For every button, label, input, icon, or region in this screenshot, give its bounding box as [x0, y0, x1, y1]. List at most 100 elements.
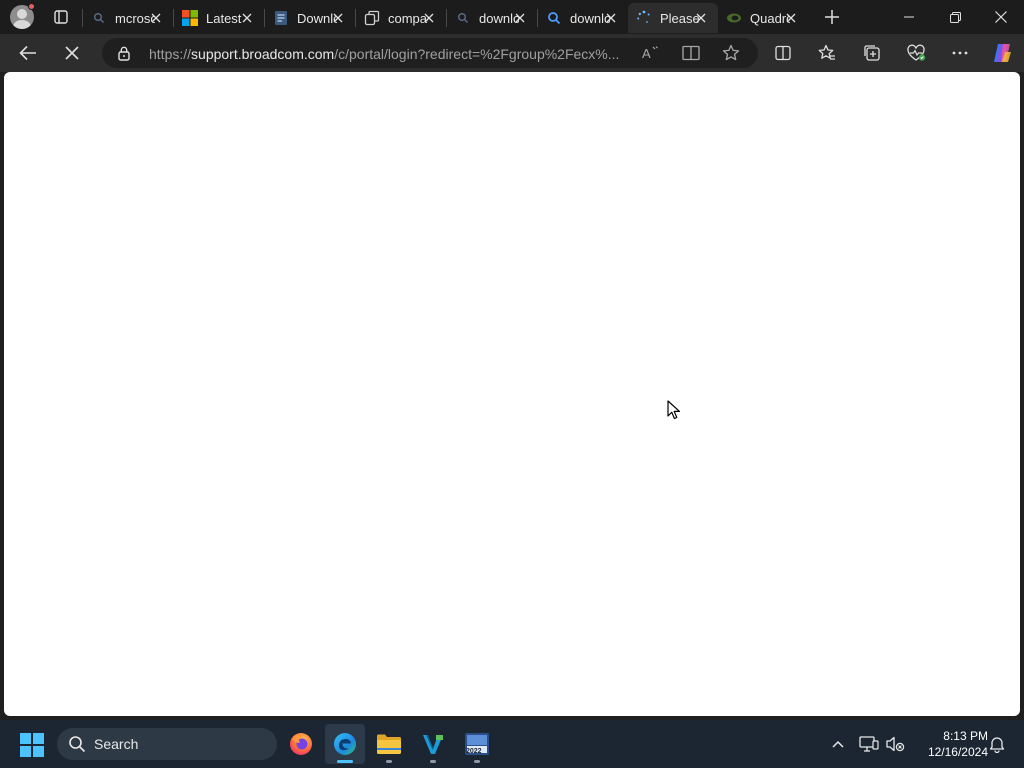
close-icon[interactable]: [149, 11, 163, 25]
close-icon[interactable]: [422, 11, 436, 25]
tab-6-active[interactable]: Please wait: [628, 3, 718, 33]
tab-1[interactable]: Latest: [174, 3, 264, 33]
tab-actions-menu-button[interactable]: [50, 6, 72, 28]
start-button[interactable]: [20, 733, 44, 757]
close-icon[interactable]: [694, 11, 708, 25]
running-indicator: [474, 760, 480, 763]
close-icon: [995, 11, 1007, 23]
url-host: support.broadcom.com: [191, 46, 335, 62]
tab-actions-icon: [54, 10, 68, 24]
close-icon[interactable]: [240, 11, 254, 25]
volume-muted-icon: [886, 736, 905, 752]
volume-tray-button[interactable]: [883, 732, 907, 756]
bell-icon: [989, 737, 1005, 753]
minimize-icon: [904, 16, 914, 18]
close-icon[interactable]: [604, 11, 618, 25]
back-button[interactable]: [13, 38, 43, 68]
close-icon[interactable]: [784, 11, 798, 25]
url-text[interactable]: https://support.broadcom.com/c/portal/lo…: [149, 46, 629, 62]
browser-essentials-button[interactable]: [901, 38, 931, 68]
browser-toolbar: https://support.broadcom.com/c/portal/lo…: [0, 34, 1024, 72]
tab-2[interactable]: Download: [265, 3, 355, 33]
read-aloud-icon[interactable]: A: [640, 43, 662, 63]
edge-icon: [334, 733, 356, 755]
collections-icon: [864, 45, 880, 61]
windows-logo-icon-part: [33, 746, 44, 757]
new-tab-button[interactable]: [818, 3, 846, 31]
tab-3[interactable]: compare: [356, 3, 446, 33]
stop-loading-button[interactable]: [57, 38, 87, 68]
minimize-button[interactable]: [886, 0, 932, 34]
url-scheme: https://: [149, 46, 192, 62]
lock-icon[interactable]: [116, 45, 132, 61]
search-label: Search: [94, 736, 139, 752]
nvidia-icon: [726, 10, 742, 26]
tab-strip: mcrosoft Latest Download compare downloa…: [0, 0, 1024, 34]
tab-5[interactable]: download: [538, 3, 628, 33]
close-window-button[interactable]: [978, 0, 1024, 34]
mouse-cursor-icon: [667, 400, 681, 420]
restore-button[interactable]: [932, 0, 978, 34]
favorites-button[interactable]: [812, 38, 842, 68]
url-path: /c/portal/login?redirect=%2Fgroup%2Fecx%…: [334, 46, 620, 62]
tab-7[interactable]: Quadro: [718, 3, 808, 33]
profile-notification-dot: [28, 3, 35, 10]
chevron-up-icon: [832, 740, 844, 748]
favorites-icon: [818, 44, 835, 60]
taskbar-app-firefox[interactable]: [281, 724, 321, 764]
taskbar-search-box[interactable]: Search: [57, 728, 277, 760]
more-icon: [952, 51, 968, 55]
taskbar-app-2022[interactable]: 2022: [457, 724, 497, 764]
microsoft-logo-icon: [182, 10, 198, 26]
search-icon: [455, 10, 471, 26]
copy-icon: [364, 10, 380, 26]
split-screen-button[interactable]: [768, 38, 798, 68]
file-explorer-icon: [377, 734, 401, 754]
copilot-button[interactable]: [987, 38, 1017, 68]
taskbar-app-visual-studio[interactable]: [413, 724, 453, 764]
page-content-blank[interactable]: [4, 72, 1020, 716]
copilot-icon: [994, 44, 1011, 62]
address-bar[interactable]: https://support.broadcom.com/c/portal/lo…: [102, 38, 758, 68]
arrow-left-icon: [19, 45, 36, 61]
clock-date: 12/16/2024: [927, 745, 988, 759]
settings-and-more-button[interactable]: [945, 38, 975, 68]
network-icon: [859, 736, 879, 752]
running-indicator: [386, 760, 392, 763]
firefox-icon: [290, 733, 312, 755]
collections-button[interactable]: [857, 38, 887, 68]
search-icon: [69, 736, 86, 753]
document-icon: [273, 10, 289, 26]
windows-logo-icon-part: [20, 746, 31, 757]
favorite-star-icon[interactable]: [720, 43, 742, 63]
windows-logo-icon-part: [33, 733, 44, 744]
restore-icon: [949, 11, 961, 23]
close-icon: [65, 46, 79, 60]
svg-text:A: A: [642, 46, 651, 61]
immersive-reader-icon[interactable]: [680, 43, 702, 63]
app-2022-label: 2022: [466, 748, 482, 755]
visual-studio-icon: [423, 734, 443, 754]
close-icon[interactable]: [513, 11, 527, 25]
network-tray-button[interactable]: [857, 732, 881, 756]
close-icon[interactable]: [331, 11, 345, 25]
search-icon: [91, 10, 107, 26]
notifications-button[interactable]: [985, 732, 1009, 756]
active-indicator: [337, 760, 353, 763]
plus-icon: [825, 10, 839, 24]
taskbar: Search 2022 8:13 PM 12/16/2024: [0, 720, 1024, 768]
taskbar-app-file-explorer[interactable]: [369, 724, 409, 764]
tab-4[interactable]: download: [447, 3, 537, 33]
clock-time: 8:13 PM: [943, 729, 988, 743]
windows-logo-icon: [20, 733, 31, 744]
search-icon: [546, 10, 562, 26]
taskbar-app-edge[interactable]: [325, 724, 365, 764]
tab-0[interactable]: mcrosoft: [83, 3, 173, 33]
screen: mcrosoft Latest Download compare downloa…: [0, 0, 1024, 768]
heart-pulse-icon: [907, 44, 926, 61]
running-indicator: [430, 760, 436, 763]
system-clock[interactable]: 8:13 PM 12/16/2024: [912, 728, 988, 760]
show-hidden-icons-button[interactable]: [826, 732, 850, 756]
split-screen-icon: [775, 45, 791, 61]
loading-spinner-icon: [636, 10, 652, 26]
